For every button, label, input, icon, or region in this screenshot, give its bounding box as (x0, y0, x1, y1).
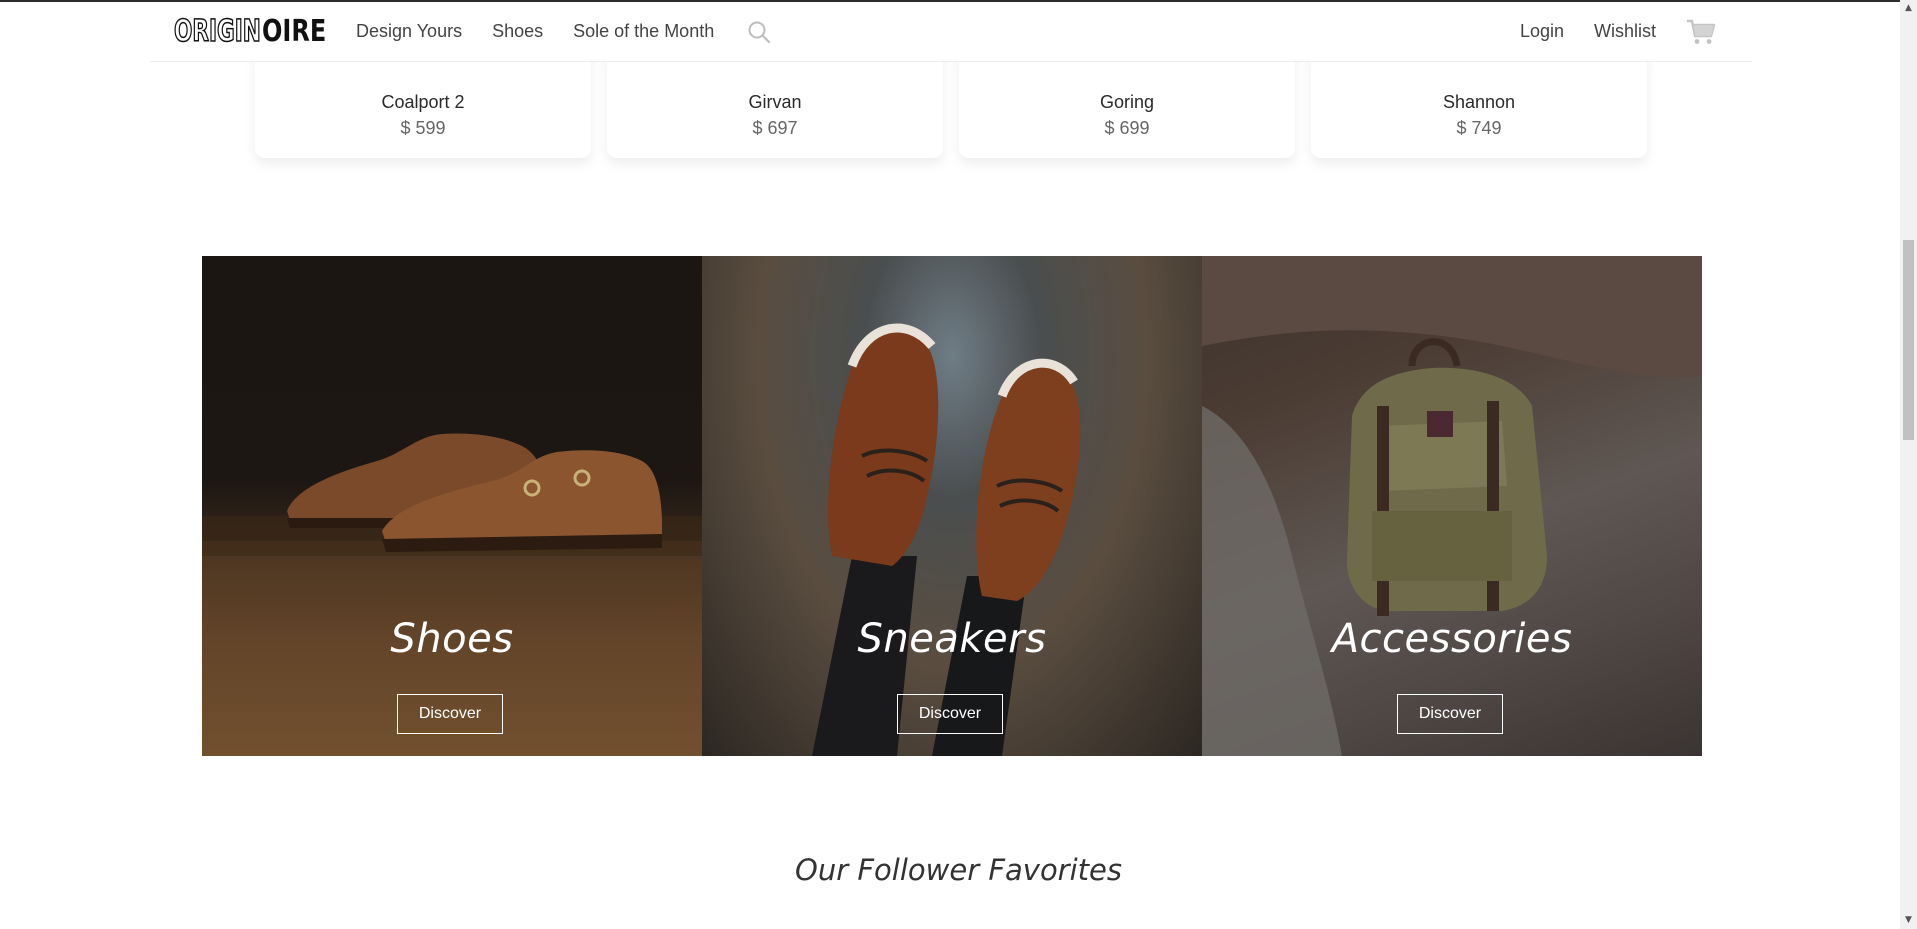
section-title: Our Follower Favorites (795, 853, 1122, 887)
product-price: $ 599 (400, 118, 446, 138)
category-tile-sneakers[interactable]: Sneakers Discover (702, 256, 1202, 756)
scroll-up-arrow-icon[interactable]: ▲ (1900, 0, 1917, 17)
category-title: Accessories (1331, 616, 1573, 662)
page: ORIGIN OIRE Design Yours Shoes Sole of t… (0, 0, 1917, 929)
scroll-thumb[interactable] (1903, 240, 1914, 440)
category-tile-accessories[interactable]: Accessories Discover (1202, 256, 1702, 756)
main-nav: Design Yours Shoes Sole of the Month (356, 2, 772, 61)
page-scrollbar[interactable]: ▲ ▼ (1900, 0, 1917, 929)
logo-origin-text: ORIGIN (173, 14, 261, 49)
site-header: ORIGIN OIRE Design Yours Shoes Sole of t… (150, 2, 1752, 62)
product-name: Goring (1099, 92, 1155, 112)
discover-button[interactable]: Discover (1397, 694, 1503, 734)
scroll-down-arrow-icon[interactable]: ▼ (1900, 912, 1917, 929)
product-card[interactable]: Girvan $ 697 (607, 50, 943, 158)
sneakers-image (812, 323, 1081, 756)
product-price: $ 697 (752, 118, 798, 138)
product-name: Coalport 2 (381, 92, 465, 112)
product-name: Girvan (748, 92, 802, 112)
logo-oire-text: OIRE (262, 14, 327, 49)
product-name: Shannon (1442, 92, 1516, 112)
product-price: $ 699 (1104, 118, 1150, 138)
product-card[interactable]: Coalport 2 $ 599 (255, 50, 591, 158)
search-icon[interactable] (746, 19, 772, 45)
account-nav: Login Wishlist (1520, 2, 1752, 61)
discover-button[interactable]: Discover (897, 694, 1003, 734)
category-tile-shoes[interactable]: Shoes Discover (202, 256, 702, 756)
backpack-image (1202, 256, 1702, 756)
nav-sole-of-the-month[interactable]: Sole of the Month (573, 21, 714, 42)
category-title: Sneakers (857, 616, 1047, 662)
shoes-image (202, 433, 702, 756)
product-card[interactable]: Goring $ 699 (959, 50, 1295, 158)
cart-icon[interactable] (1686, 18, 1716, 46)
wishlist-link[interactable]: Wishlist (1594, 21, 1656, 42)
discover-button[interactable]: Discover (397, 694, 503, 734)
nav-design-yours[interactable]: Design Yours (356, 21, 462, 42)
category-tiles: Shoes Discover Sneakers Discover Accesso… (202, 256, 1702, 756)
nav-shoes[interactable]: Shoes (492, 21, 543, 42)
site-logo[interactable]: ORIGIN OIRE (173, 14, 327, 49)
product-card[interactable]: Shannon $ 749 (1311, 50, 1647, 158)
login-link[interactable]: Login (1520, 21, 1564, 42)
product-price: $ 749 (1456, 118, 1502, 138)
category-title: Shoes (390, 616, 514, 662)
